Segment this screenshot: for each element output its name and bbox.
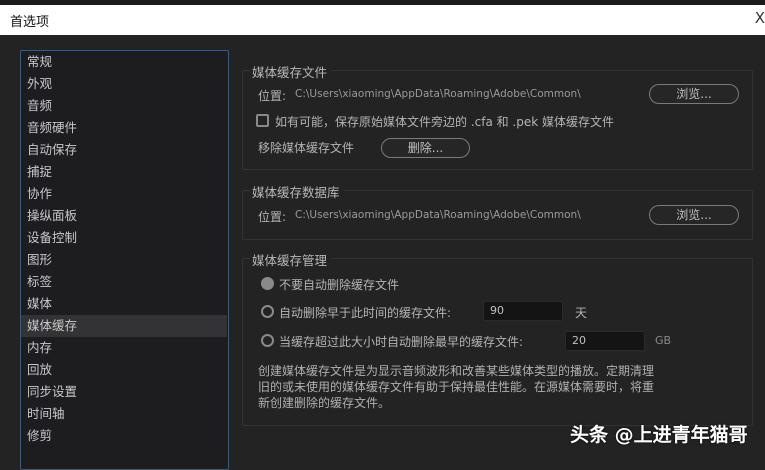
- cache-db-location: C:\Users\xiaoming\AppData\Roaming\Adobe\…: [295, 209, 581, 221]
- delete-cache-button[interactable]: 删除...: [381, 138, 470, 158]
- sidebar-item[interactable]: 音频: [21, 95, 227, 117]
- sidebar-item[interactable]: 外观: [21, 73, 227, 95]
- window-title: 首选项: [10, 15, 50, 30]
- sidebar-item[interactable]: 媒体: [21, 293, 227, 315]
- radio-delete-by-size[interactable]: [261, 334, 274, 347]
- sidebar-item[interactable]: 捕捉: [21, 161, 227, 183]
- sidebar: 常规 外观 音频 音频硬件 自动保存 捕捉 协作 操纵面板 设备控制 图形 标签 媒体 媒体缓存 内存 回放…: [20, 50, 229, 470]
- sidebar-item[interactable]: 回放: [21, 359, 227, 381]
- sidebar-item[interactable]: 自动保存: [21, 139, 227, 161]
- save-beside-checkbox[interactable]: [256, 114, 269, 127]
- sidebar-item[interactable]: 媒体缓存: [21, 315, 227, 337]
- sidebar-item[interactable]: 协作: [21, 183, 227, 205]
- size-gb-input[interactable]: 20: [565, 331, 645, 351]
- db-location-label: 位置:: [258, 210, 287, 224]
- cache-files-title: 媒体缓存文件: [250, 62, 332, 81]
- cache-db-title: 媒体缓存数据库: [250, 182, 344, 201]
- watermark: 头条 @上进青年猫哥: [570, 424, 748, 446]
- cache-description: 创建媒体缓存文件是为显示音频波形和改善某些媒体类型的播放。定期清理旧的或未使用的…: [258, 364, 655, 410]
- browse-cache-db-button[interactable]: 浏览...: [649, 205, 739, 225]
- location-label: 位置:: [258, 89, 287, 103]
- remove-cache-label: 移除媒体缓存文件: [258, 141, 355, 155]
- delete-by-age-label: 自动删除早于此时间的缓存文件:: [279, 306, 452, 320]
- sidebar-item[interactable]: 操纵面板: [21, 205, 227, 227]
- sidebar-item[interactable]: 设备控制: [21, 227, 227, 249]
- cache-mgmt-title: 媒体缓存管理: [250, 250, 332, 269]
- radio-delete-by-age[interactable]: [261, 305, 274, 318]
- sidebar-item[interactable]: 同步设置: [21, 381, 227, 403]
- browse-cache-files-button[interactable]: 浏览...: [649, 84, 739, 104]
- sidebar-item[interactable]: 时间轴: [21, 403, 227, 425]
- sidebar-item[interactable]: 内存: [21, 337, 227, 359]
- age-days-input[interactable]: 90: [483, 301, 563, 321]
- no-auto-delete-label: 不要自动删除缓存文件: [279, 278, 400, 292]
- sidebar-item[interactable]: 常规: [21, 51, 227, 73]
- sidebar-item[interactable]: 修剪: [21, 425, 227, 447]
- cache-files-location: C:\Users\xiaoming\AppData\Roaming\Adobe\…: [295, 88, 581, 100]
- save-beside-label: 如有可能，保存原始媒体文件旁边的 .cfa 和 .pek 媒体缓存文件: [275, 115, 615, 129]
- age-unit: 天: [575, 306, 588, 320]
- delete-by-size-label: 当缓存超过此大小时自动删除最早的缓存文件:: [279, 335, 524, 349]
- close-button[interactable]: X: [755, 9, 765, 27]
- sidebar-item[interactable]: 图形: [21, 249, 227, 271]
- sidebar-item[interactable]: 标签: [21, 271, 227, 293]
- radio-no-auto-delete[interactable]: [261, 277, 274, 290]
- sidebar-item[interactable]: 音频硬件: [21, 117, 227, 139]
- size-unit: GB: [655, 334, 672, 347]
- title-bar: 首选项 X: [0, 5, 765, 35]
